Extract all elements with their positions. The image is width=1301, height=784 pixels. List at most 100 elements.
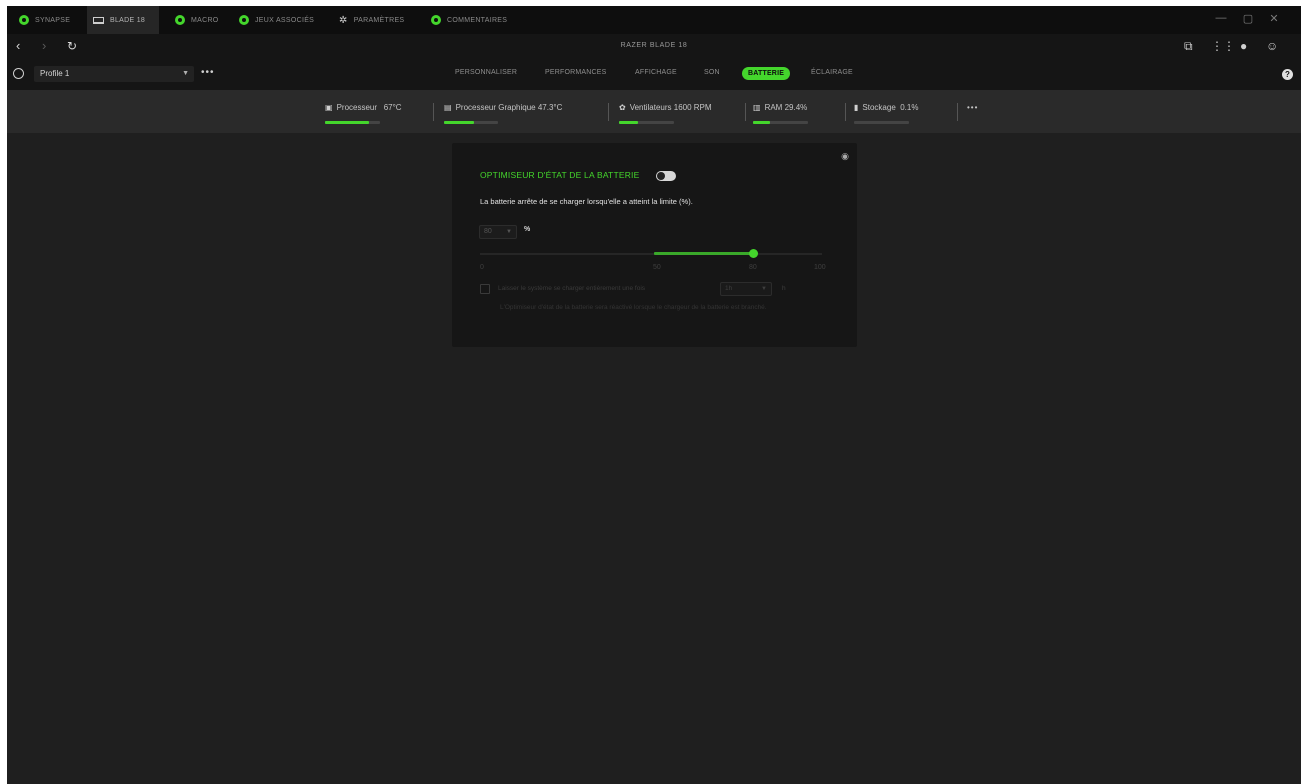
battery-limit-slider-track[interactable] [480,253,822,255]
chevron-down-icon: ▼ [506,229,512,235]
ram-value: 29.4% [784,103,808,112]
minimize-icon[interactable]: — [1214,12,1228,24]
fan-stat: ✿ Ventilateurs 1600 RPM [619,103,712,112]
more-options-icon[interactable]: ••• [201,67,215,79]
ram-bar [753,121,808,124]
tab-commentaires-label: COMMENTAIRES [447,16,508,24]
feedback-icon [431,15,441,25]
divider [433,103,434,121]
battery-limit-slider-handle[interactable] [749,249,758,258]
tab-parametres[interactable]: ✲ PARAMÈTRES [333,6,410,34]
full-charge-label: Laisser le système se charger entièremen… [498,285,646,292]
battery-optimizer-title: OPTIMISEUR D'ÉTAT DE LA BATTERIE [480,170,640,180]
devices-icon[interactable]: ⧉ [1184,39,1193,53]
subtab-eclairage[interactable]: ÉCLAIRAGE [811,69,853,76]
full-charge-checkbox[interactable] [480,284,490,294]
tab-blade-18[interactable]: BLADE 18 [87,6,159,34]
gear-icon: ✲ [339,14,348,26]
ram-stat: ▥ RAM 29.4% [753,103,807,112]
divider [745,103,746,121]
fan-icon: ✿ [619,103,626,112]
tab-commentaires[interactable]: COMMENTAIRES [425,6,513,34]
battery-optimizer-toggle[interactable] [656,171,676,181]
slider-tick-label: 50 [653,264,661,271]
storage-value: 0.1% [900,103,919,112]
maximize-icon[interactable]: ▢ [1241,12,1255,25]
notifications-icon[interactable]: ● [1240,39,1247,53]
laptop-icon [93,16,104,24]
gpu-label: Processeur Graphique [455,103,536,112]
gpu-bar-fill [444,121,474,124]
battery-limit-description: La batterie arrête de se charger lorsqu'… [480,197,693,206]
slider-tick-label: 80 [749,264,757,271]
account-icon[interactable]: ☺ [1266,39,1278,53]
storage-bar [854,121,909,124]
apps-grid-icon[interactable]: ⋮⋮ [1211,39,1235,53]
close-icon[interactable]: ✕ [1267,12,1281,25]
subtab-personnaliser[interactable]: PERSONNALISER [455,69,517,76]
battery-limit-unit: % [524,226,531,233]
cpu-bar-fill [325,121,369,124]
subtab-affichage[interactable]: AFFICHAGE [635,69,677,76]
full-charge-duration-dropdown[interactable]: 1h ▼ [720,282,772,296]
cpu-value: 67°C [383,103,402,112]
tab-parametres-label: PARAMÈTRES [353,16,405,24]
profile-icon [13,68,24,79]
nav-bar: ‹ › ↻ RAZER BLADE 18 ⧉ ⋮⋮ ● ☺ [7,34,1301,60]
battery-optimizer-card: ◉ OPTIMISEUR D'ÉTAT DE LA BATTERIE La ba… [452,143,857,347]
divider [845,103,846,121]
slider-tick-label: 100 [814,264,826,271]
tab-jeux-associes-label: JEUX ASSOCIÉS [255,16,315,24]
divider [957,103,958,121]
help-icon[interactable]: ? [1282,69,1293,80]
gpu-icon: ▤ [444,103,452,112]
gpu-stat: ▤ Processeur Graphique 47.3°C [444,103,562,112]
storage-stat: ▮ Stockage 0.1% [854,103,918,112]
cpu-label: Processeur [336,103,378,112]
cpu-bar [325,121,380,124]
system-status-bar: ▣ Processeur 67°C ▤ Processeur Graphique 4… [7,91,1301,133]
gamepad-icon [239,15,249,25]
battery-limit-dropdown[interactable]: 80 ▼ [479,225,517,239]
info-icon[interactable]: ◉ [841,151,849,162]
slider-tick-label: 0 [480,264,484,271]
divider [608,103,609,121]
tab-jeux-associes[interactable]: JEUX ASSOCIÉS [233,6,320,34]
gpu-value: 47.3°C [537,103,563,112]
tab-macro[interactable]: MACRO [169,6,225,34]
battery-limit-slider-fill [654,252,754,255]
full-charge-note: L'Optimiseur d'état de la batterie sera … [500,304,767,311]
fan-value: 1600 RPM [673,103,712,112]
profile-name: Profile 1 [40,69,70,78]
tab-synapse-label: SYNAPSE [35,16,71,24]
ram-icon: ▥ [753,103,761,112]
subtab-son[interactable]: SON [704,69,720,76]
profile-dropdown[interactable]: Profile 1 ▼ [34,66,194,82]
tab-macro-label: MACRO [191,16,219,24]
gpu-bar [444,121,498,124]
tab-blade-18-label: BLADE 18 [110,16,146,24]
storage-icon: ▮ [854,103,859,112]
top-tab-bar: SYNAPSE BLADE 18 MACRO JEUX ASSOCIÉS ✲ P… [7,6,1301,34]
full-charge-duration-value: 1h [725,285,733,292]
profile-subtab-bar: Profile 1 ▼ ••• PERSONNALISER PERFORMANC… [7,60,1301,91]
storage-label: Stockage [862,103,896,112]
full-charge-duration-unit: h [782,285,786,292]
chevron-down-icon: ▼ [761,286,767,292]
cpu-icon: ▣ [325,103,333,112]
app-window: SYNAPSE BLADE 18 MACRO JEUX ASSOCIÉS ✲ P… [7,6,1301,784]
subtab-performances[interactable]: PERFORMANCES [545,69,607,76]
tab-synapse[interactable]: SYNAPSE [13,6,76,34]
macro-icon [175,15,185,25]
chevron-down-icon: ▼ [182,70,189,77]
fan-bar [619,121,674,124]
fan-label: Ventilateurs [629,103,672,112]
subtab-batterie[interactable]: BATTERIE [742,67,791,80]
more-stats-icon[interactable]: ••• [967,103,978,112]
battery-limit-value: 80 [484,228,492,235]
device-title: RAZER BLADE 18 [620,42,688,49]
fan-bar-fill [619,121,639,124]
ram-label: RAM [764,103,783,112]
cpu-stat: ▣ Processeur 67°C [325,103,402,112]
razer-logo-icon [19,15,29,25]
